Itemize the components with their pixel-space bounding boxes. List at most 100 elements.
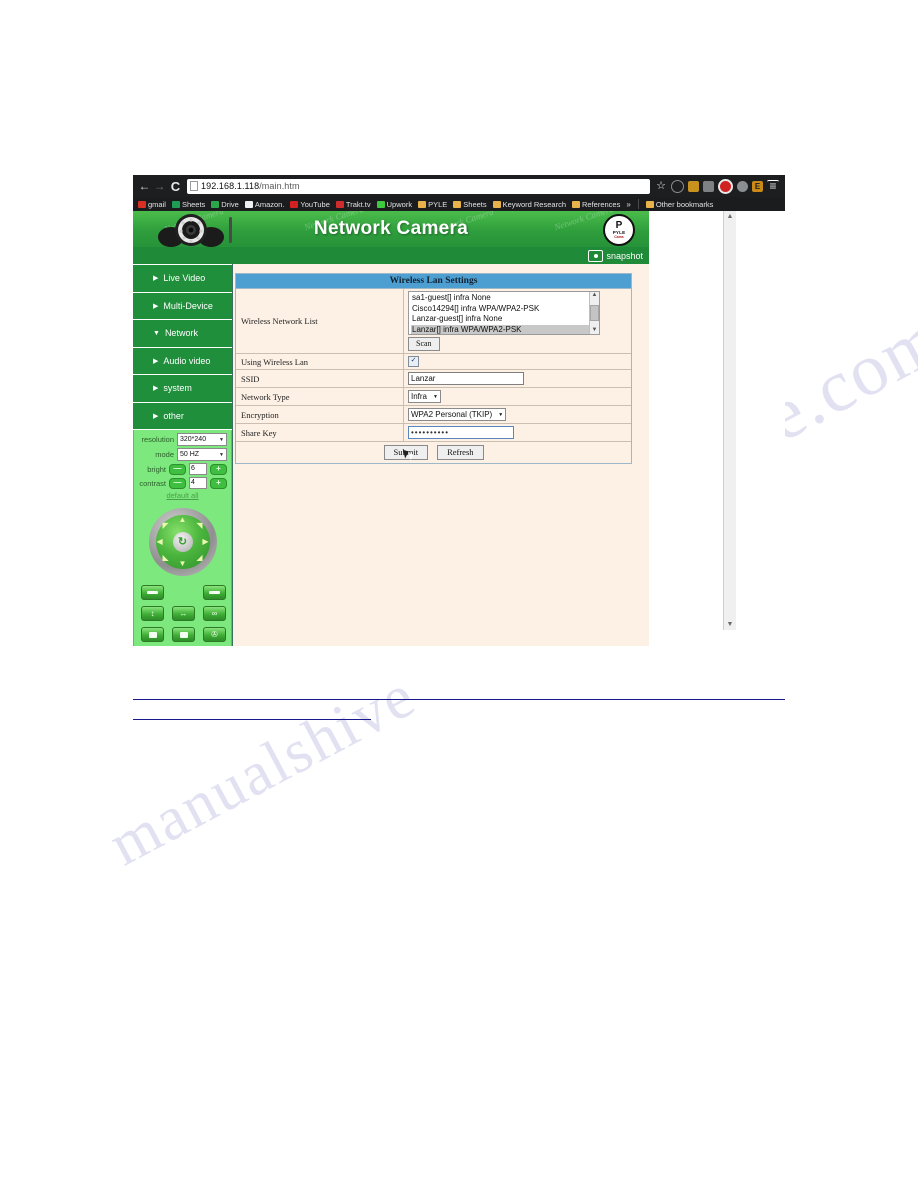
other-bookmarks-label: Other bookmarks — [655, 199, 714, 209]
encryption-select[interactable]: WPA2 Personal (TKIP) ▼ — [408, 408, 507, 421]
folder-icon — [645, 200, 654, 208]
scroll-up-icon[interactable]: ▲ — [592, 292, 598, 299]
bookmark-favicon — [376, 200, 385, 208]
brightness-value[interactable]: 6 — [189, 463, 207, 475]
menu-icon[interactable]: ≡ — [767, 180, 779, 192]
brightness-minus-button[interactable]: — — [169, 463, 186, 475]
sidebar-item-network[interactable]: ▼ Network — [133, 320, 232, 348]
camera-header: Network Camera Network Camera Network Ca… — [133, 211, 649, 247]
grid-spacer — [172, 585, 193, 598]
ptz-left-arrow-icon[interactable]: ◀ — [157, 538, 163, 546]
network-list-box[interactable]: sa1-guest[] infra None Cisco14294[] infr… — [408, 291, 600, 335]
ptz-right-arrow-icon[interactable]: ▶ — [202, 538, 208, 546]
forward-arrow-icon[interactable]: → — [152, 180, 167, 192]
network-list-scrollbar[interactable]: ▲ ▼ — [589, 292, 599, 334]
contrast-value[interactable]: 4 — [189, 477, 207, 489]
mode-value: 50 HZ — [180, 451, 200, 458]
using-wireless-lan-checkbox[interactable]: ✓ — [408, 356, 419, 367]
network-type-value: Infra — [411, 392, 428, 401]
sidebar-item-live-video[interactable]: ▶ Live Video — [133, 265, 232, 293]
star-icon[interactable]: ☆ — [655, 180, 667, 192]
ptz-up-left-arrow-icon[interactable]: ◤ — [163, 522, 169, 530]
stop-vertical-button[interactable] — [141, 627, 164, 642]
scroll-down-icon[interactable]: ▼ — [727, 619, 734, 630]
list-item-selected[interactable]: Lanzar[] infra WPA/WPA2-PSK — [411, 324, 597, 334]
sidebar-item-system[interactable]: ▶ system — [133, 375, 232, 403]
stop-square-icon — [179, 631, 188, 638]
network-type-select[interactable]: Infra ▼ — [408, 390, 441, 403]
share-key-row: Share Key •••••••••• — [236, 424, 631, 442]
contrast-plus-button[interactable]: + — [210, 477, 227, 489]
ptz-up-right-arrow-icon[interactable]: ◥ — [196, 522, 202, 530]
encryption-value: WPA2 Personal (TKIP) — [411, 410, 493, 419]
bookmark-item[interactable]: Keyword Research — [491, 200, 568, 209]
clock-icon[interactable] — [671, 179, 684, 193]
refresh-button[interactable]: Refresh — [437, 445, 484, 460]
page-title: Network Camera — [313, 218, 469, 239]
bookmark-item[interactable]: References — [570, 200, 622, 209]
bookmark-item[interactable]: Amazon. — [243, 200, 287, 209]
ptz-joystick[interactable]: ▲ ▼ ◀ ▶ ◥ ◤ ◢ ◣ ↻ — [148, 508, 217, 576]
wireless-network-list-row: Wireless Network List sa1-guest[] infra … — [236, 289, 631, 354]
bookmark-item[interactable]: Sheets — [170, 200, 207, 209]
submit-button[interactable]: Submit — [383, 445, 429, 460]
ptz-up-arrow-icon[interactable]: ▲ — [179, 516, 187, 524]
address-bar[interactable]: 192.168.1.118/main.htm — [187, 178, 650, 194]
browser-scrollbar[interactable]: ▲ ▼ — [723, 211, 736, 630]
camera-subbar: snapshot — [133, 247, 649, 264]
vertical-patrol-button[interactable]: ↕ — [141, 606, 164, 621]
default-all-link[interactable]: default all — [138, 491, 227, 500]
stop-horizontal-button[interactable] — [172, 627, 195, 642]
preset-up-button[interactable] — [141, 585, 164, 600]
ptz-down-right-arrow-icon[interactable]: ◢ — [196, 554, 202, 562]
disc-icon[interactable] — [737, 180, 748, 192]
bookmark-item[interactable]: Trakt.tv — [334, 200, 373, 209]
list-item[interactable]: Cisco14294[] infra WPA/WPA2-PSK — [411, 304, 597, 315]
ptz-down-arrow-icon[interactable]: ▼ — [179, 560, 187, 568]
list-item[interactable]: Lanzar-guest[] infra None — [411, 314, 597, 325]
chevron-down-icon: ▼ — [433, 393, 438, 400]
ptz-inner-dial[interactable]: ▲ ▼ ◀ ▶ ◥ ◤ ◢ ◣ ↻ — [155, 515, 210, 569]
list-item[interactable]: sa1-guest[] infra None — [411, 293, 597, 304]
euro-icon[interactable]: E — [752, 180, 763, 192]
reload-icon[interactable]: C — [167, 179, 184, 194]
loop-button[interactable]: ∞ — [203, 606, 226, 621]
ptz-center-button[interactable]: ↻ — [172, 532, 193, 552]
bookmark-label: Drive — [221, 199, 239, 209]
ssid-input[interactable]: Lanzar — [408, 372, 524, 385]
bookmarks-overflow-icon[interactable]: » — [624, 200, 632, 209]
ptz-down-left-arrow-icon[interactable]: ◣ — [163, 554, 169, 562]
mode-select[interactable]: 50 HZ ▼ — [177, 448, 227, 461]
share-key-input[interactable]: •••••••••• — [408, 426, 514, 439]
resolution-select[interactable]: 320*240 ▼ — [177, 433, 227, 446]
snapshot-button[interactable]: snapshot — [588, 249, 643, 262]
notes-icon[interactable] — [703, 180, 714, 192]
bookmark-item[interactable]: gmail — [136, 200, 168, 209]
extension-icon[interactable] — [688, 180, 699, 192]
bookmark-item[interactable]: Upwork — [375, 200, 414, 209]
bookmark-label: References — [582, 199, 621, 209]
scan-button[interactable]: Scan — [408, 337, 440, 351]
back-arrow-icon[interactable]: ← — [137, 180, 152, 192]
using-wireless-lan-row: Using Wireless Lan ✓ — [236, 354, 631, 370]
bookmark-item[interactable]: PYLE — [416, 200, 449, 209]
record-icon[interactable] — [718, 178, 733, 194]
brightness-plus-button[interactable]: + — [210, 463, 227, 475]
camera-icon — [588, 249, 604, 262]
bookmark-item[interactable]: Sheets — [451, 200, 488, 209]
bookmark-favicon — [211, 200, 220, 208]
sidebar-item-audio-video[interactable]: ▶ Audio video — [133, 347, 232, 375]
sidebar-item-multi-device[interactable]: ▶ Multi-Device — [133, 292, 232, 320]
scrollbar-thumb[interactable] — [590, 305, 599, 321]
scroll-up-icon[interactable]: ▲ — [727, 211, 734, 222]
horizontal-patrol-button[interactable]: ↔ — [172, 606, 195, 621]
scrollbar-track[interactable] — [724, 222, 736, 619]
bookmark-item[interactable]: Drive — [209, 200, 241, 209]
bookmark-item[interactable]: YouTube — [288, 200, 331, 209]
sidebar-item-other[interactable]: ▶ other — [133, 402, 232, 430]
contrast-minus-button[interactable]: — — [169, 477, 186, 489]
io-button[interactable]: ✇ — [203, 627, 226, 642]
scroll-down-icon[interactable]: ▼ — [592, 327, 598, 334]
other-bookmarks-folder[interactable]: Other bookmarks — [644, 200, 716, 209]
preset-down-button[interactable] — [203, 585, 226, 600]
